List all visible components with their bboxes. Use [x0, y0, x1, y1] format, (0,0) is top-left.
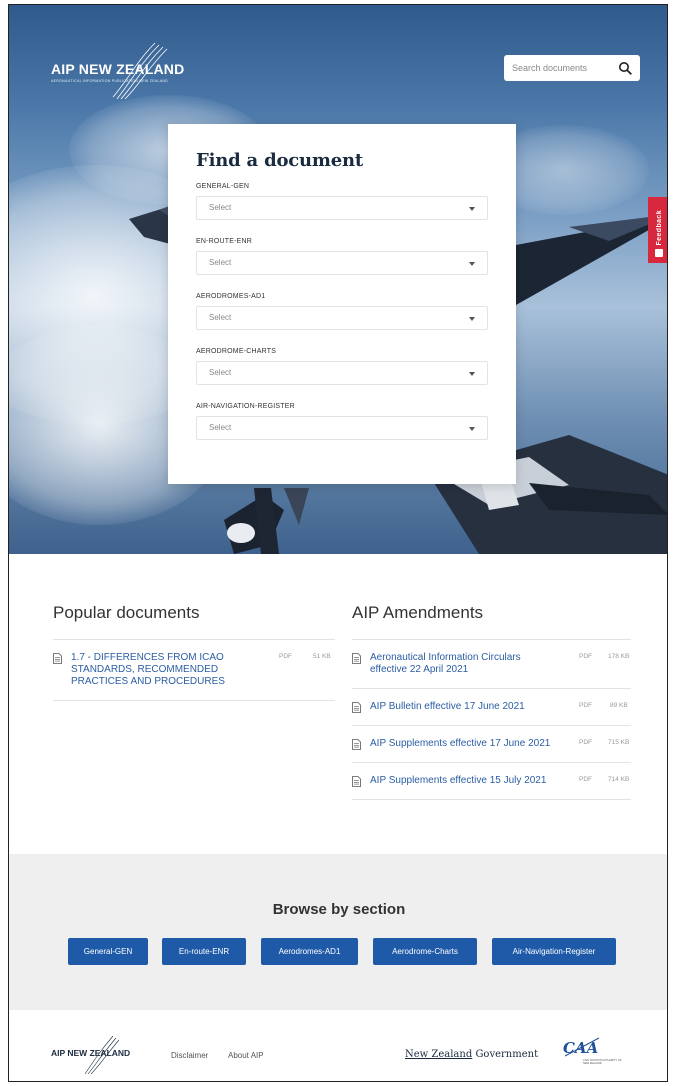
- find-document-card: Find a document GENERAL-GEN Select EN-RO…: [168, 124, 516, 484]
- list-item: AIP Bulletin effective 17 June 2021 PDF …: [352, 688, 631, 725]
- documents-section: Popular documents AIP Amendments 1.7 - D…: [9, 554, 667, 854]
- chevron-down-icon: [469, 207, 475, 211]
- select-air-navigation-register[interactable]: Select: [196, 416, 488, 440]
- document-link[interactable]: AIP Supplements effective 15 July 2021: [370, 775, 571, 787]
- document-link[interactable]: 1.7 - DIFFERENCES FROM ICAO STANDARDS, R…: [71, 652, 235, 688]
- file-size: 714 KB: [608, 776, 630, 783]
- caa-text: CIVIL AVIATION AUTHORITY OF NEW ZEALAND: [583, 1059, 622, 1065]
- document-icon: [352, 653, 361, 664]
- list-item: AIP Supplements effective 15 July 2021 P…: [352, 762, 631, 800]
- caa-logo-icon: CAA: [563, 1037, 600, 1057]
- search-input[interactable]: [512, 63, 612, 73]
- file-type: PDF: [579, 653, 592, 660]
- aip-amendments-title: AIP Amendments: [352, 603, 484, 622]
- browse-button-aerodrome-charts[interactable]: Aerodrome-Charts: [373, 938, 477, 965]
- select-general[interactable]: Select: [196, 196, 488, 220]
- file-type: PDF: [579, 702, 592, 709]
- select-value: Select: [209, 258, 232, 267]
- file-type: PDF: [579, 739, 592, 746]
- feedback-label: Feedback: [655, 209, 663, 246]
- site-logo[interactable]: AIP NEW ZEALAND AERONAUTICAL INFORMATION…: [51, 42, 211, 100]
- document-link[interactable]: AIP Bulletin effective 17 June 2021: [370, 701, 571, 713]
- chevron-down-icon: [469, 372, 475, 376]
- nzgov-text-part2: Government: [475, 1049, 539, 1060]
- chevron-down-icon: [469, 317, 475, 321]
- feedback-icon: [655, 249, 663, 257]
- document-icon: [352, 702, 361, 713]
- logo-swoosh-icon: [84, 1035, 119, 1074]
- chevron-down-icon: [469, 427, 475, 431]
- feedback-tab[interactable]: Feedback: [648, 197, 667, 263]
- select-aerodrome-charts[interactable]: Select: [196, 361, 488, 385]
- file-size: 51 KB: [313, 653, 331, 660]
- browse-by-section: Browse by section General-GEN En-route-E…: [9, 854, 667, 1010]
- caa-logo[interactable]: CAA CIVIL AVIATION AUTHORITY OF NEW ZEAL…: [561, 1036, 622, 1065]
- browse-button-air-navigation-register[interactable]: Air-Navigation-Register: [492, 938, 616, 965]
- popular-documents-title: Popular documents: [53, 603, 200, 622]
- list-item: Aeronautical Information Circulars effec…: [352, 639, 631, 688]
- site-footer: AIP NEW ZEALAND Disclaimer About AIP New…: [9, 1010, 667, 1081]
- about-aip-link[interactable]: About AIP: [228, 1051, 264, 1060]
- browse-title: Browse by section: [272, 901, 406, 918]
- browse-button-enroute[interactable]: En-route-ENR: [162, 938, 246, 965]
- select-aerodromes[interactable]: Select: [196, 306, 488, 330]
- select-value: Select: [209, 203, 232, 212]
- document-link[interactable]: Aeronautical Information Circulars effec…: [370, 652, 531, 676]
- nzgov-text-part1: New Zealand: [405, 1049, 473, 1060]
- list-item: AIP Supplements effective 17 June 2021 P…: [352, 725, 631, 762]
- search-icon[interactable]: [618, 61, 632, 75]
- field-label-air-navigation-register: AIR-NAVIGATION-REGISTER: [196, 403, 295, 410]
- field-label-aerodrome-charts: AERODROME-CHARTS: [196, 348, 277, 355]
- field-label-general: GENERAL-GEN: [196, 183, 250, 190]
- file-size: 715 KB: [608, 739, 630, 746]
- select-value: Select: [209, 423, 232, 432]
- select-value: Select: [209, 368, 232, 377]
- select-value: Select: [209, 313, 232, 322]
- logo-subtitle: AERONAUTICAL INFORMATION PUBLICATION NEW…: [51, 79, 169, 83]
- file-size: 178 KB: [608, 653, 630, 660]
- disclaimer-link[interactable]: Disclaimer: [171, 1051, 208, 1060]
- document-link[interactable]: AIP Supplements effective 17 June 2021: [370, 738, 571, 750]
- file-size: 89 KB: [610, 702, 628, 709]
- aip-amendments-list: Aeronautical Information Circulars effec…: [352, 639, 631, 800]
- search-box: [504, 55, 640, 81]
- logo-text: AIP NEW ZEALAND: [51, 61, 185, 77]
- field-label-aerodromes: AERODROMES-AD1: [196, 293, 266, 300]
- select-enroute[interactable]: Select: [196, 251, 488, 275]
- field-label-enroute: EN-ROUTE-ENR: [196, 238, 253, 245]
- document-icon: [352, 776, 361, 787]
- browse-button-general[interactable]: General-GEN: [68, 938, 148, 965]
- file-type: PDF: [579, 776, 592, 783]
- document-icon: [352, 739, 361, 750]
- footer-logo[interactable]: AIP NEW ZEALAND: [51, 1035, 130, 1074]
- find-document-title: Find a document: [196, 150, 364, 171]
- list-item: 1.7 - DIFFERENCES FROM ICAO STANDARDS, R…: [53, 639, 335, 701]
- document-icon: [53, 653, 62, 664]
- popular-documents-list: 1.7 - DIFFERENCES FROM ICAO STANDARDS, R…: [53, 639, 335, 701]
- file-type: PDF: [279, 653, 292, 660]
- chevron-down-icon: [469, 262, 475, 266]
- hero-banner: AIP NEW ZEALAND AERONAUTICAL INFORMATION…: [9, 5, 667, 554]
- browse-button-aerodromes[interactable]: Aerodromes-AD1: [261, 938, 358, 965]
- nz-government-logo[interactable]: New Zealand Government: [405, 1049, 538, 1060]
- page-frame: AIP NEW ZEALAND AERONAUTICAL INFORMATION…: [8, 4, 668, 1082]
